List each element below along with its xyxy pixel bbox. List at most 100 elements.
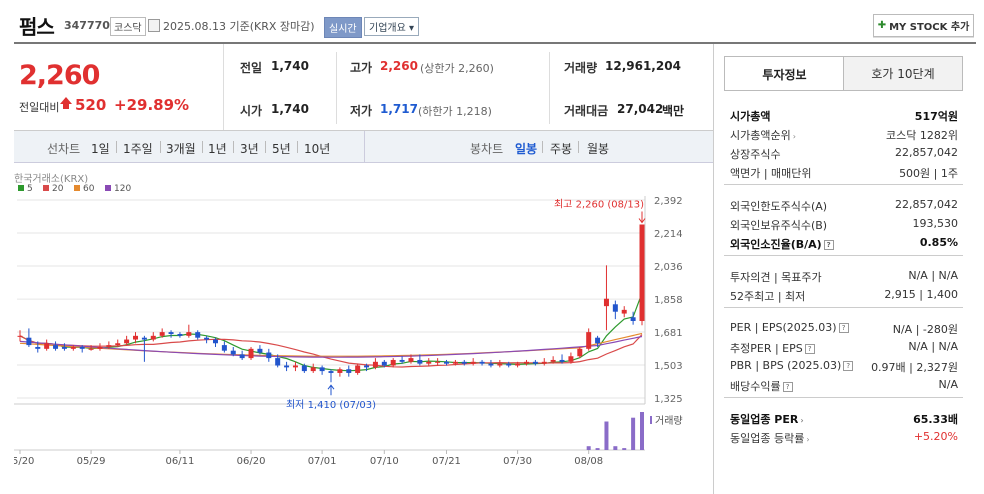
candle-monthly[interactable]: 월봉 [587, 140, 609, 157]
info-value: 22,857,042 [895, 198, 958, 211]
candle-body [550, 359, 556, 362]
candle-body [532, 361, 538, 364]
tab-baseline [724, 90, 963, 91]
candle-body [479, 361, 485, 364]
high-arrow-icon [638, 211, 646, 224]
panel-divider [713, 44, 714, 494]
caret-icon[interactable]: › [806, 435, 809, 444]
info-value: N/A | N/A [908, 269, 958, 282]
separator [297, 141, 298, 153]
low-arrow-icon [327, 384, 335, 396]
candle-body [408, 358, 414, 362]
period-3y[interactable]: 3년 [240, 140, 259, 157]
amount-value: 27,042 [617, 102, 664, 116]
candle-body [506, 363, 512, 366]
caret-icon[interactable]: › [800, 416, 803, 425]
candle-body [230, 350, 236, 355]
help-icon[interactable]: ? [823, 240, 834, 250]
prev-close-label: 전일 [240, 61, 263, 75]
candle-body [639, 224, 645, 321]
candle-body [301, 365, 307, 372]
info-value: N/A | -280원 [892, 323, 958, 336]
candle-body [195, 332, 201, 338]
candle-body [444, 361, 450, 364]
separator [202, 141, 203, 153]
divider [223, 44, 224, 130]
info-value: +5.20% [913, 430, 958, 443]
low-annotation: 최저 1,410 (07/03) [286, 399, 376, 411]
period-5y[interactable]: 5년 [272, 140, 291, 157]
period-3m[interactable]: 3개월 [166, 140, 196, 157]
info-value: 193,530 [912, 217, 959, 230]
low-label: 저가 [350, 104, 373, 118]
realtime-button[interactable]: 실시간 [324, 17, 362, 38]
caret-icon[interactable]: › [793, 132, 796, 141]
candle-body [186, 332, 192, 336]
volume-bar [613, 446, 618, 450]
period-1w[interactable]: 1주일 [123, 140, 153, 157]
candle-body [88, 348, 94, 350]
help-icon[interactable]: ? [782, 382, 793, 392]
candle-body [381, 361, 387, 366]
info-value: 500원 | 1주 [899, 167, 958, 180]
info-value: 22,857,042 [895, 146, 958, 159]
price-chart[interactable]: 한국거래소(KRX)5 20 60 1202,3922,2142,0361,8581,… [14, 170, 712, 470]
candle-body [568, 356, 574, 362]
separator [265, 141, 266, 153]
info-value: N/A [938, 378, 958, 391]
candle-body [124, 339, 130, 344]
ma-legend-label: 5 [27, 184, 33, 194]
candle-body [603, 298, 609, 307]
help-icon[interactable]: ? [838, 323, 849, 333]
x-tick-label: 05/20 [14, 456, 34, 467]
amount-label: 거래대금 [564, 104, 609, 118]
candle-body [35, 346, 41, 349]
volume-label: 거래량 [564, 61, 598, 75]
stock-code: 347770 [64, 19, 110, 32]
y-tick-label: 1,503 [654, 361, 683, 372]
ma-legend-swatch [43, 185, 49, 191]
separator [364, 131, 365, 162]
help-icon[interactable]: ? [843, 361, 854, 371]
up-arrow-icon-base [63, 104, 69, 109]
candle-body [61, 346, 67, 349]
ma-legend-swatch [105, 185, 111, 191]
info-label: PBR | BPS (2025.03)? [730, 359, 854, 372]
up-arrow-icon [60, 97, 72, 104]
candle-daily[interactable]: 일봉 [515, 140, 537, 157]
candle-body [212, 339, 218, 344]
amount-unit: 백만 [662, 104, 685, 118]
info-value: 65.33배 [913, 413, 958, 426]
info-label: 배당수익률? [730, 378, 793, 394]
help-icon[interactable]: ? [804, 344, 815, 354]
candle-body [319, 367, 325, 372]
price-change-rate: +29.89% [114, 96, 190, 114]
x-tick-label: 06/11 [166, 456, 195, 467]
company-overview-button[interactable]: 기업개요 ▾ [364, 17, 419, 36]
candle-chart-label: 봉차트 [470, 142, 504, 156]
separator [233, 141, 234, 153]
candle-weekly[interactable]: 주봉 [550, 140, 572, 157]
info-label: 시가총액순위 › [730, 129, 796, 142]
candle-body [523, 361, 529, 364]
candle-body [159, 332, 165, 336]
date-text: 2025.08.13 기준(KRX 장마감) [163, 20, 315, 33]
tab-orderbook[interactable]: 호가 10단계 [843, 56, 963, 91]
candle-body [97, 346, 103, 349]
info-label: 상장주식수 [730, 148, 781, 161]
candle-body [292, 365, 298, 368]
volume-bar [622, 448, 627, 450]
market-badge: 코스닥 [110, 17, 146, 36]
info-label: 시가총액 [730, 110, 771, 123]
period-1d[interactable]: 1일 [91, 140, 110, 157]
candle-body [595, 337, 601, 344]
add-mystock-button[interactable]: ✚ MY STOCK 추가 [873, 14, 974, 37]
period-10y[interactable]: 10년 [304, 140, 330, 157]
current-price: 2,260 [19, 60, 100, 91]
y-tick-label: 2,214 [654, 229, 683, 240]
tab-investment-info[interactable]: 투자정보 [724, 56, 845, 91]
period-1y[interactable]: 1년 [208, 140, 227, 157]
volume-value: 12,961,204 [605, 59, 681, 73]
upper-limit: (상한가 2,260) [420, 62, 494, 75]
candle-body [177, 333, 183, 336]
